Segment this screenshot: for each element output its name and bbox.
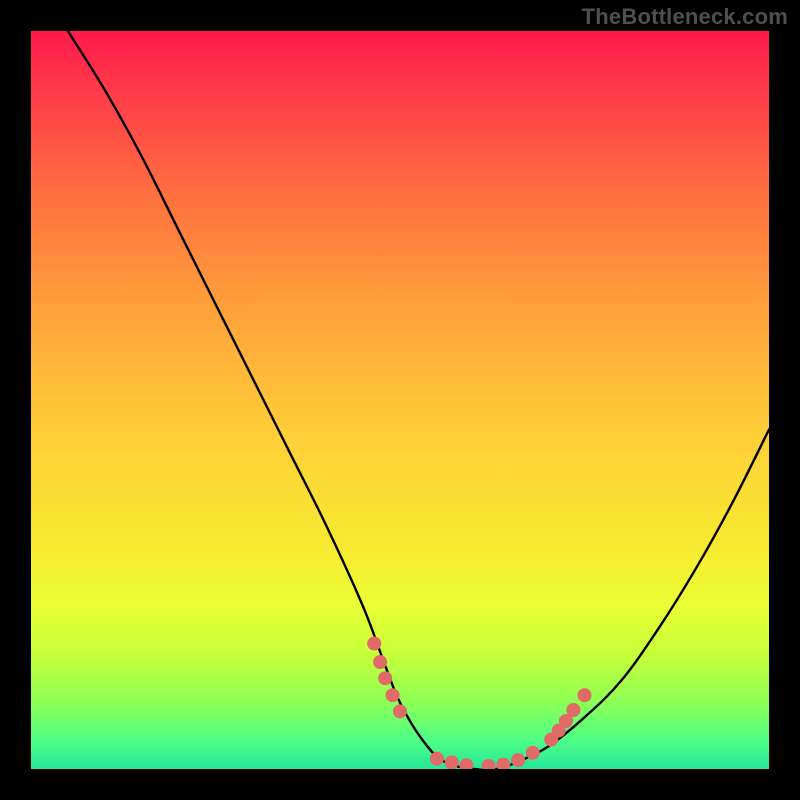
highlight-dot [386, 688, 400, 702]
highlight-dot [373, 655, 387, 669]
highlight-dot [367, 637, 381, 651]
watermark-text: TheBottleneck.com [582, 4, 788, 30]
chart-svg [31, 31, 769, 769]
highlight-dot [378, 671, 392, 685]
bottleneck-curve [68, 31, 769, 769]
highlight-dot [445, 755, 459, 769]
highlight-dot [578, 688, 592, 702]
highlight-dot [526, 746, 540, 760]
highlight-dot [459, 758, 473, 769]
curve-layer [68, 31, 769, 769]
highlight-dot [566, 703, 580, 717]
highlight-dot [511, 753, 525, 767]
plot-area [31, 31, 769, 769]
highlight-dot [430, 752, 444, 766]
highlight-dot [482, 759, 496, 769]
chart-frame: TheBottleneck.com [0, 0, 800, 800]
highlight-dot [393, 704, 407, 718]
highlight-dot [496, 758, 510, 769]
